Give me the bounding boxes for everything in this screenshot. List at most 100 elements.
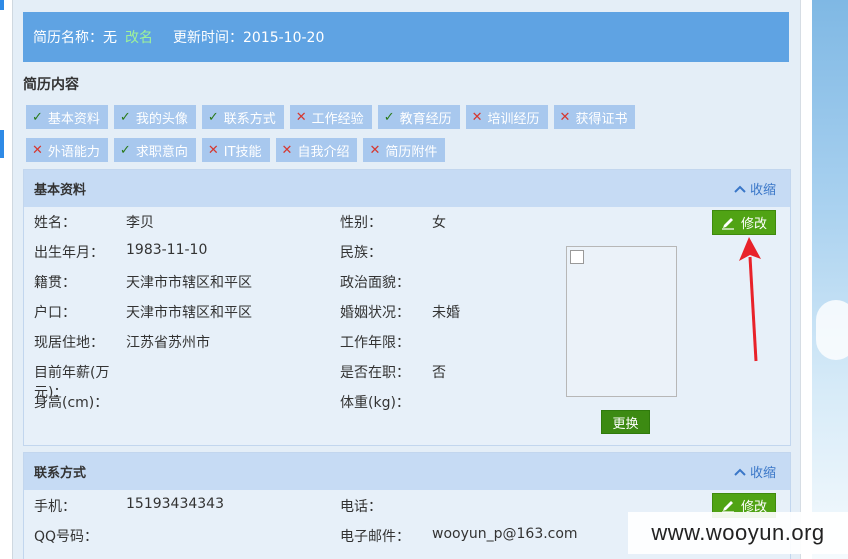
tag-missing[interactable]: ✕ 自我介绍 <box>275 138 358 162</box>
field-row: 电子邮件： wooyun_p@163.com <box>340 526 578 546</box>
watermark: www.wooyun.org <box>628 512 848 554</box>
tag-completed[interactable]: ✓ 求职意向 <box>113 138 196 162</box>
field-row: 电话： <box>340 496 432 516</box>
check-icon: ✓ <box>207 109 219 125</box>
field-label: 电子邮件： <box>340 529 410 545</box>
check-icon: ✓ <box>383 109 395 125</box>
basic-collapse-button[interactable]: 收缩 <box>734 179 776 198</box>
left-edge-accent <box>0 0 4 10</box>
pencil-icon <box>721 500 734 513</box>
tag-missing[interactable]: ✕ IT技能 <box>201 138 270 162</box>
cross-icon: ✕ <box>559 109 571 125</box>
tag-label: IT技能 <box>223 144 262 160</box>
tag-label: 自我介绍 <box>297 144 350 160</box>
rename-link[interactable]: 改名 <box>125 27 153 47</box>
field-label: QQ号码： <box>34 529 99 545</box>
sky-background <box>812 0 848 559</box>
field-row: 现居住地： 江苏省苏州市 <box>34 332 210 352</box>
tag-label: 联系方式 <box>223 111 276 127</box>
broken-image-icon <box>570 250 584 264</box>
field-row: 籍贯： 天津市市辖区和平区 <box>34 272 252 292</box>
resume-header-bar: 简历名称：无 改名 更新时间：2015-10-20 <box>23 12 789 62</box>
cross-icon: ✕ <box>471 109 483 125</box>
avatar-photo <box>566 246 677 397</box>
field-label: 身高(cm)： <box>34 395 109 411</box>
cross-icon: ✕ <box>32 142 43 158</box>
field-row: 姓名： 李贝 <box>34 212 154 232</box>
field-row: 民族： <box>340 242 432 262</box>
field-row: QQ号码： <box>34 526 126 546</box>
resume-content-title: 简历内容 <box>23 77 79 93</box>
contact-title: 联系方式 <box>34 466 87 481</box>
tag-label: 我的头像 <box>135 111 188 127</box>
field-value: 天津市市辖区和平区 <box>126 275 252 291</box>
basic-edit-button[interactable]: 修改 <box>712 210 776 235</box>
change-photo-button[interactable]: 更换 <box>601 410 650 434</box>
tag-completed[interactable]: ✓ 联系方式 <box>201 105 284 129</box>
tag-label: 求职意向 <box>135 144 188 160</box>
tag-missing[interactable]: ✕ 简历附件 <box>363 138 446 162</box>
check-icon: ✓ <box>119 142 131 158</box>
cross-icon: ✕ <box>295 109 307 125</box>
contact-collapse-button[interactable]: 收缩 <box>734 462 776 481</box>
basic-info-title: 基本资料 <box>34 183 87 198</box>
resume-name-label: 简历名称：无 <box>33 30 117 46</box>
field-value: 未婚 <box>432 305 460 321</box>
field-label: 出生年月： <box>34 245 104 261</box>
update-time: 更新时间：2015-10-20 <box>173 30 325 46</box>
field-label: 民族： <box>340 245 382 261</box>
field-label: 姓名： <box>34 215 76 231</box>
cross-icon: ✕ <box>281 142 293 158</box>
red-arrow-annotation <box>739 237 761 362</box>
resume-main-area: 简历名称：无 改名 更新时间：2015-10-20 简历内容 ✓ 基本资料 ✓ 我的头… <box>13 0 800 559</box>
left-frame-edge <box>0 0 13 559</box>
tag-missing[interactable]: ✕ 培训经历 <box>465 105 548 129</box>
field-value: 否 <box>432 365 446 381</box>
edit-label: 修改 <box>740 217 767 232</box>
contact-header: 联系方式 收缩 <box>24 453 790 490</box>
left-edge-accent <box>0 130 4 158</box>
cross-icon: ✕ <box>369 142 381 158</box>
tag-completed[interactable]: ✓ 我的头像 <box>113 105 196 129</box>
field-row: 是否在职： 否 <box>340 362 446 382</box>
tag-label: 基本资料 <box>47 111 100 127</box>
field-row: 出生年月： 1983-11-10 <box>34 242 207 262</box>
chevron-up-icon <box>734 468 746 476</box>
pencil-icon <box>721 217 734 230</box>
right-frame-edge <box>800 0 812 559</box>
field-value: 15193434343 <box>126 496 224 512</box>
field-row: 婚姻状况： 未婚 <box>340 302 460 322</box>
field-label: 政治面貌： <box>340 275 410 291</box>
tag-label: 外语能力 <box>47 144 100 160</box>
field-label: 婚姻状况： <box>340 305 410 321</box>
tag-missing[interactable]: ✕ 外语能力 <box>26 138 108 162</box>
collapse-label: 收缩 <box>749 466 776 481</box>
tag-row: ✕ 外语能力 ✓ 求职意向 ✕ IT技能 ✕ 自我介绍 ✕ 简历附件 <box>26 138 796 162</box>
field-label: 户口： <box>34 305 76 321</box>
field-label: 体重(kg)： <box>340 395 410 411</box>
basic-info-header: 基本资料 收缩 <box>24 170 790 207</box>
tag-label: 培训经历 <box>487 111 540 127</box>
tag-label: 简历附件 <box>385 144 438 160</box>
tag-completed[interactable]: ✓ 教育经历 <box>377 105 460 129</box>
tag-completed[interactable]: ✓ 基本资料 <box>26 105 108 129</box>
tag-missing[interactable]: ✕ 工作经验 <box>289 105 372 129</box>
field-label: 现居住地： <box>34 335 104 351</box>
basic-info-panel: 基本资料 收缩 姓名： 李贝出生年月： 1983-11-10 籍贯： 天津市市辖区和平区… <box>23 169 791 446</box>
field-label: 手机： <box>34 499 76 515</box>
tag-missing[interactable]: ✕ 获得证书 <box>553 105 636 129</box>
tag-label: 教育经历 <box>399 111 452 127</box>
tag-row: ✓ 基本资料 ✓ 我的头像 ✓ 联系方式 ✕ 工作经验 ✓ 教育经历 ✕ 培训经历 ✕ 获得证书 <box>26 105 796 129</box>
field-value: 李贝 <box>126 215 154 231</box>
collapse-label: 收缩 <box>749 183 776 198</box>
field-row: 体重(kg)： <box>340 392 432 412</box>
cross-icon: ✕ <box>207 142 219 158</box>
chevron-up-icon <box>734 185 746 193</box>
field-row: 政治面貌： <box>340 272 432 292</box>
field-row: 性别： 女 <box>340 212 446 232</box>
field-value: 1983-11-10 <box>126 242 208 258</box>
field-row: 工作年限： <box>340 332 432 352</box>
field-label: 性别： <box>340 215 382 231</box>
field-value: 女 <box>432 215 446 231</box>
resume-section-tags: ✓ 基本资料 ✓ 我的头像 ✓ 联系方式 ✕ 工作经验 ✓ 教育经历 ✕ 培训经历 ✕ 获得证书 ✕ 外语能… <box>26 105 796 171</box>
